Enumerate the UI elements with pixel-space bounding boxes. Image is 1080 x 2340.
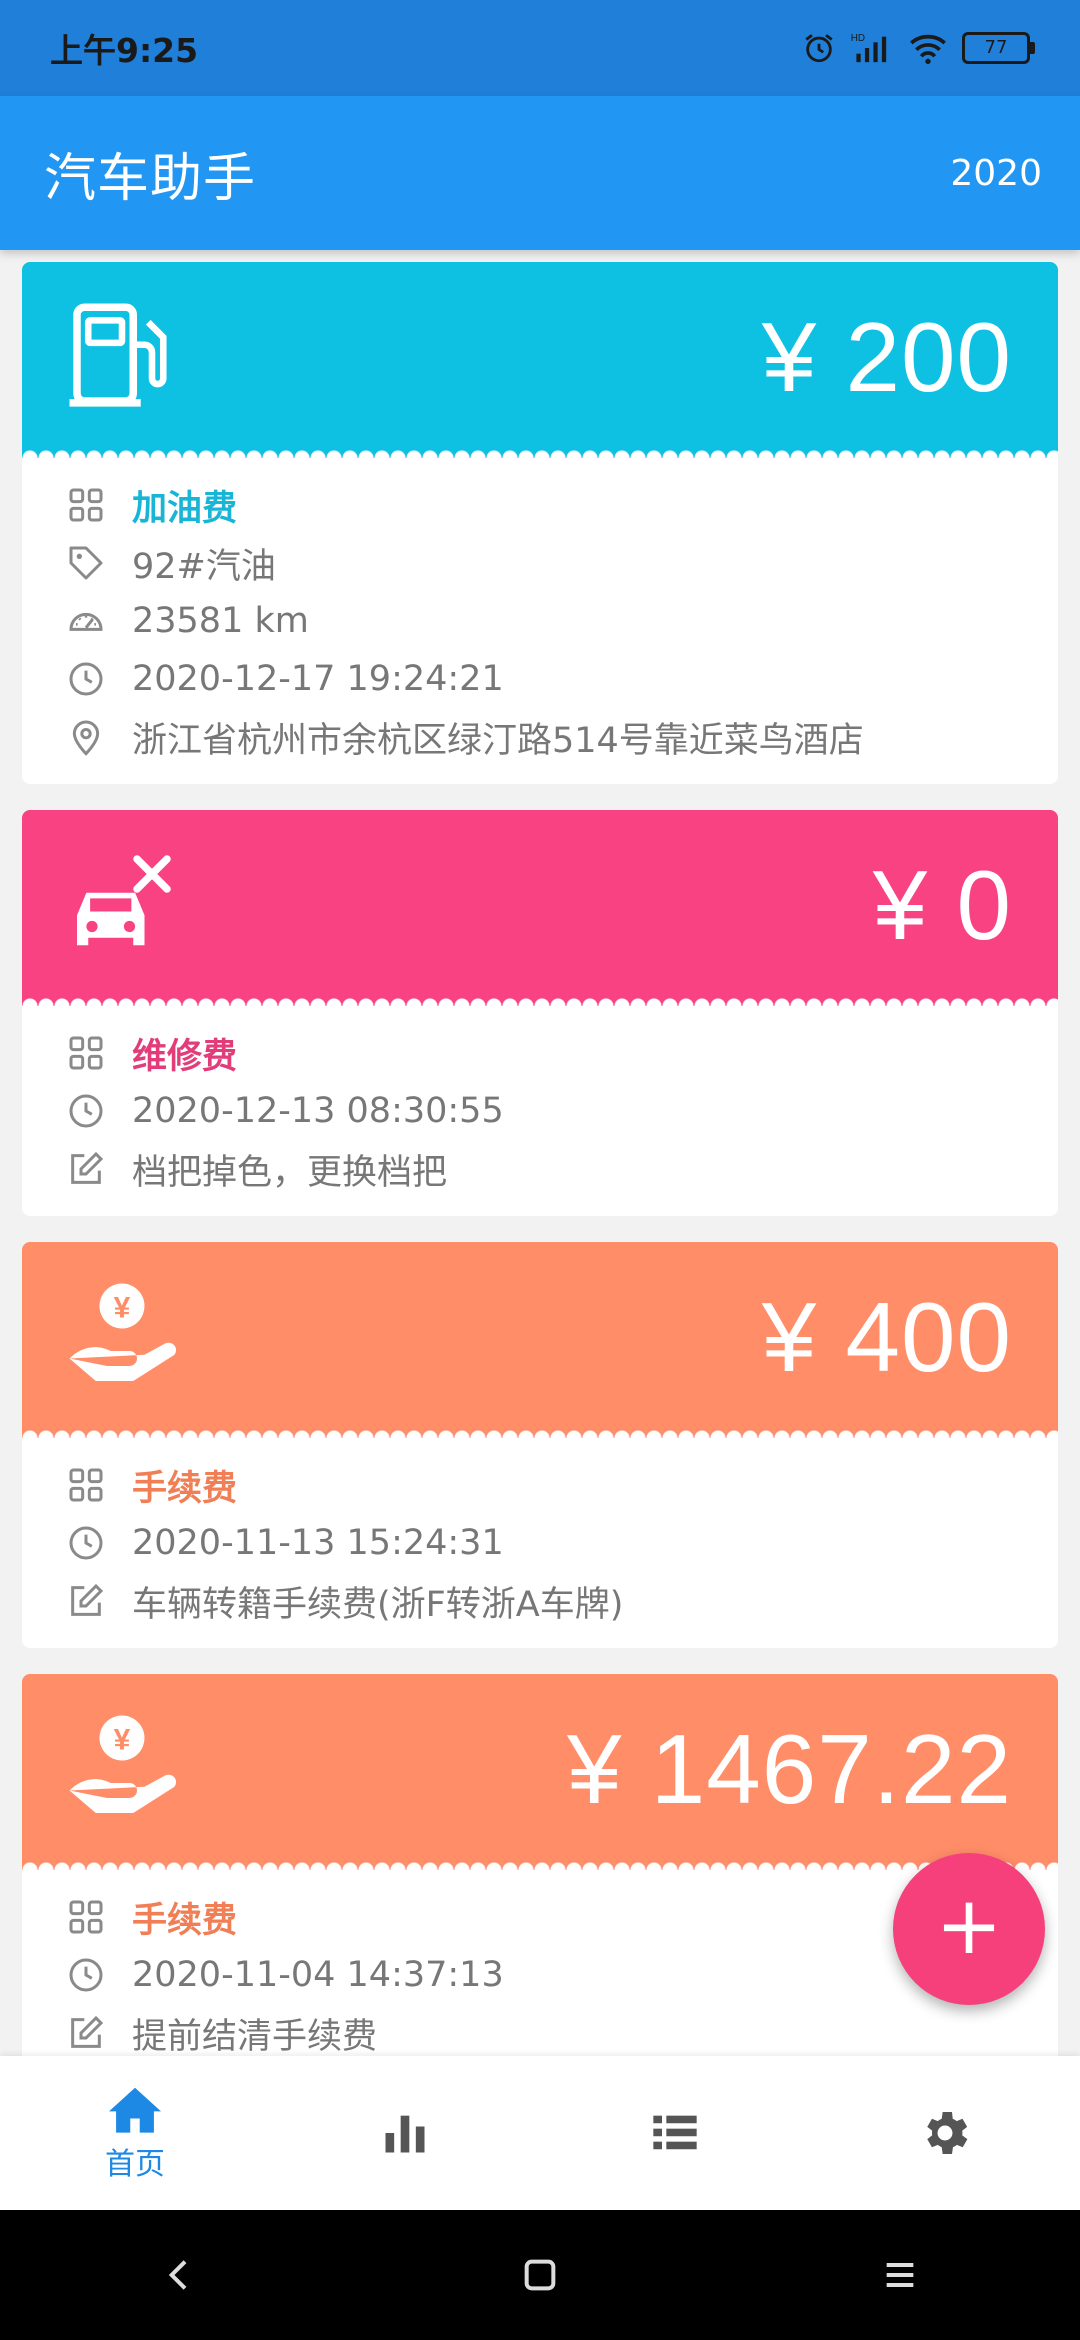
category-row: 手续费 xyxy=(22,1456,1058,1514)
category-row: 加油费 xyxy=(22,476,1058,534)
datetime: 2020-11-04 14:37:13 xyxy=(132,1955,504,1995)
card-header: ¥ 0 xyxy=(22,810,1058,1006)
location-pin-icon xyxy=(72,720,100,756)
clock-icon xyxy=(69,1958,103,1992)
nav-list[interactable] xyxy=(540,2056,810,2210)
card-body: 加油费 92#汽油 23581 km 2020-12-17 19:24:21 浙… xyxy=(22,458,1058,784)
nav-settings[interactable] xyxy=(810,2056,1080,2210)
clock-icon xyxy=(69,662,103,696)
category-grid-icon xyxy=(69,488,103,522)
category-label: 加油费 xyxy=(132,488,238,529)
record-card[interactable]: ¥ 200 加油费 92#汽油 23581 km 2020-12-17 19:2… xyxy=(22,262,1058,784)
status-time: 上午9:25 xyxy=(50,31,199,70)
car-repair-icon xyxy=(77,855,171,946)
app-bar: 汽车助手 2020 xyxy=(0,96,1080,250)
record-list[interactable]: ¥ 200 加油费 92#汽油 23581 km 2020-12-17 19:2… xyxy=(0,250,1080,2056)
record-card[interactable]: ¥ ¥ 400 手续费 2020-11-13 15:24:31 车辆转籍手续费(… xyxy=(22,1242,1058,1648)
status-icons: HD 77 xyxy=(802,31,1035,65)
bar-chart-icon xyxy=(385,2115,425,2153)
scallop-edge xyxy=(22,446,1058,458)
amount: ¥ 400 xyxy=(761,1282,1012,1392)
list-icon xyxy=(653,2115,697,2150)
note: 车辆转籍手续费(浙F转浙A车牌) xyxy=(132,1584,624,1625)
category-label: 手续费 xyxy=(132,1468,238,1509)
category-row: 维修费 xyxy=(22,1024,1058,1082)
amount: ¥ 0 xyxy=(872,850,1012,960)
fuel-pump-icon xyxy=(69,303,167,407)
edit-note-icon xyxy=(71,1151,104,1184)
datetime: 2020-11-13 15:24:31 xyxy=(132,1523,504,1563)
gear-icon xyxy=(927,2112,968,2154)
record-card[interactable]: ¥ ¥ 1467.22 手续费 2020-11-04 14:37:13 提前结清… xyxy=(22,1674,1058,2056)
tag-icon xyxy=(69,546,103,580)
home-square-icon[interactable] xyxy=(520,2255,560,2295)
hand-yuan-icon: ¥ xyxy=(69,1283,177,1381)
category-label: 维修费 xyxy=(132,1036,238,1077)
hand-yuan-icon: ¥ xyxy=(69,1715,177,1813)
signal-icon: HD xyxy=(851,33,887,63)
fuel-type: 92#汽油 xyxy=(132,546,276,587)
location-row: 浙江省杭州市余杭区绿汀路514号靠近菜鸟酒店 xyxy=(22,708,1058,766)
svg-text:¥: ¥ xyxy=(114,1291,131,1324)
category-label: 手续费 xyxy=(132,1900,238,1941)
note: 提前结清手续费 xyxy=(132,2016,378,2057)
fuel-type-row: 92#汽油 xyxy=(22,534,1058,592)
card-body: 维修费 2020-12-13 08:30:55 档把掉色，更换档把 xyxy=(22,1006,1058,1216)
nav-home-label: 首页 xyxy=(105,2147,165,2182)
home-icon xyxy=(109,2087,161,2133)
status-bar: 上午9:25 HD 77 xyxy=(0,0,1080,96)
scallop-edge xyxy=(22,994,1058,1006)
year-selector[interactable]: 2020 xyxy=(950,153,1042,194)
mileage-row: 23581 km xyxy=(22,592,1058,650)
datetime-row: 2020-12-17 19:24:21 xyxy=(22,650,1058,708)
record-card[interactable]: ¥ 0 维修费 2020-12-13 08:30:55 档把掉色，更换档把 xyxy=(22,810,1058,1216)
card-body: 手续费 2020-11-13 15:24:31 车辆转籍手续费(浙F转浙A车牌) xyxy=(22,1438,1058,1648)
datetime-row: 2020-12-13 08:30:55 xyxy=(22,1082,1058,1140)
app-title: 汽车助手 xyxy=(44,148,257,209)
datetime: 2020-12-17 19:24:21 xyxy=(132,659,504,699)
amount: ¥ 200 xyxy=(761,302,1012,412)
svg-text:¥: ¥ xyxy=(114,1723,131,1756)
category-grid-icon xyxy=(69,1900,103,1934)
card-header: ¥ 200 xyxy=(22,262,1058,458)
datetime: 2020-12-13 08:30:55 xyxy=(132,1091,504,1131)
datetime-row: 2020-11-13 15:24:31 xyxy=(22,1514,1058,1572)
category-grid-icon xyxy=(69,1468,103,1502)
mileage: 23581 km xyxy=(132,601,309,641)
nav-home[interactable]: 首页 xyxy=(0,2056,270,2210)
speedometer-icon xyxy=(69,612,103,631)
card-header: ¥ ¥ 1467.22 xyxy=(22,1674,1058,1870)
note-row: 车辆转籍手续费(浙F转浙A车牌) xyxy=(22,1572,1058,1630)
note: 档把掉色，更换档把 xyxy=(132,1152,448,1193)
add-record-button[interactable]: + xyxy=(893,1853,1045,2005)
category-grid-icon xyxy=(69,1036,103,1070)
note-row: 提前结清手续费 xyxy=(22,2004,1058,2056)
wifi-icon xyxy=(910,34,946,64)
bottom-nav: 首页 xyxy=(0,2056,1080,2210)
scallop-edge xyxy=(22,1426,1058,1438)
edit-note-icon xyxy=(71,1583,104,1616)
clock-icon xyxy=(69,1094,103,1128)
svg-text:HD: HD xyxy=(851,33,865,44)
edit-note-icon xyxy=(71,2015,104,2048)
scallop-edge xyxy=(22,1858,1058,1870)
note-row: 档把掉色，更换档把 xyxy=(22,1140,1058,1198)
alarm-icon xyxy=(805,34,833,63)
nav-statistics[interactable] xyxy=(270,2056,540,2210)
back-icon[interactable] xyxy=(160,2255,200,2295)
location: 浙江省杭州市余杭区绿汀路514号靠近菜鸟酒店 xyxy=(132,720,864,761)
battery-indicator: 77 xyxy=(962,32,1035,64)
card-header: ¥ ¥ 400 xyxy=(22,1242,1058,1438)
amount: ¥ 1467.22 xyxy=(567,1714,1012,1824)
menu-icon[interactable] xyxy=(880,2255,920,2295)
clock-icon xyxy=(69,1526,103,1560)
system-nav-bar xyxy=(0,2210,1080,2340)
